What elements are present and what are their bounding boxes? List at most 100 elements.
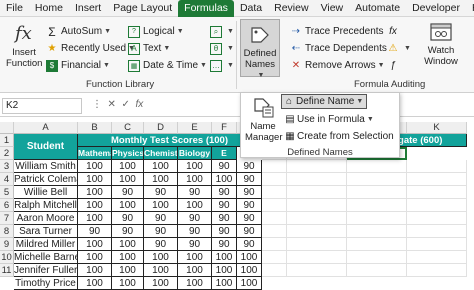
empty-cell[interactable] [407,186,467,199]
score-cell[interactable]: 100 [144,199,178,212]
empty-cell[interactable] [262,186,287,199]
watch-window-button[interactable]: Watch Window [418,21,464,67]
insert-function-button[interactable]: fx Insert Function [6,21,42,69]
score-cell[interactable]: 90 [237,173,262,186]
score-cell[interactable]: 90 [144,212,178,225]
column-header-e[interactable]: E [178,122,212,134]
tab-developer[interactable]: Developer [406,0,466,17]
column-header-k[interactable]: K [407,122,467,134]
score-cell[interactable]: 100 [78,186,112,199]
more-functions-button[interactable]: … ▼ [210,58,234,73]
score-cell[interactable]: 100 [237,251,262,264]
empty-cell[interactable] [287,186,347,199]
row-header-2[interactable]: 2 [0,147,14,160]
score-cell[interactable]: 100 [112,251,144,264]
score-cell[interactable]: 100 [144,251,178,264]
score-cell[interactable]: 100 [212,264,237,277]
score-cell[interactable]: 100 [78,238,112,251]
student-name-cell[interactable]: Patrick Coleman [14,173,78,186]
row-header-10[interactable]: 10 [0,251,14,264]
score-cell[interactable]: 100 [237,277,262,290]
score-cell[interactable]: 90 [112,212,144,225]
student-name-cell[interactable]: Sara Turner [14,225,78,238]
score-cell[interactable]: 100 [112,173,144,186]
score-cell[interactable]: 90 [212,186,237,199]
tab-page-layout[interactable]: Page Layout [107,0,178,17]
tab-review[interactable]: Review [268,0,314,17]
score-cell[interactable]: 90 [144,186,178,199]
empty-cell[interactable] [287,264,347,277]
autosum-button[interactable]: Σ AutoSum ▼ [46,24,111,39]
show-formulas-button[interactable]: fx [387,24,402,39]
score-cell[interactable]: 90 [212,160,237,173]
score-cell[interactable]: 90 [112,186,144,199]
financial-button[interactable]: $ Financial ▼ [46,58,110,73]
score-cell[interactable]: 90 [237,212,262,225]
tab-automate[interactable]: Automate [349,0,406,17]
score-cell[interactable]: 100 [178,251,212,264]
column-header-c[interactable]: C [112,122,144,134]
score-cell[interactable]: 100 [178,173,212,186]
score-cell[interactable]: 100 [144,160,178,173]
empty-cell[interactable] [347,264,407,277]
score-cell[interactable]: 90 [237,199,262,212]
empty-cell[interactable] [407,212,467,225]
text-button[interactable]: A Text ▼ [128,41,170,56]
column-header-f[interactable]: F [212,122,237,134]
logical-button[interactable]: ? Logical ▼ [128,24,184,39]
empty-cell[interactable] [407,225,467,238]
score-cell[interactable]: 90 [237,225,262,238]
score-cell[interactable]: 100 [178,277,212,290]
row-header-6[interactable]: 6 [0,199,14,212]
recently-used-button[interactable]: ★ Recently Used ▼ [46,41,135,56]
student-name-cell[interactable]: Ralph Mitchell [14,199,78,212]
score-cell[interactable]: 100 [144,264,178,277]
empty-cell[interactable] [347,199,407,212]
empty-cell[interactable] [347,212,407,225]
empty-cell[interactable] [347,160,407,173]
empty-cell[interactable] [287,225,347,238]
empty-cell[interactable] [262,212,287,225]
row-header-5[interactable]: 5 [0,186,14,199]
tab-home[interactable]: Home [29,0,69,17]
score-cell[interactable]: 100 [178,264,212,277]
score-cell[interactable]: 90 [178,186,212,199]
row-header-3[interactable]: 3 [0,160,14,173]
empty-cell[interactable] [262,251,287,264]
score-cell[interactable]: 100 [178,199,212,212]
score-cell[interactable]: 100 [212,173,237,186]
row-header-11[interactable]: 11 [0,264,14,277]
empty-cell[interactable] [347,173,407,186]
student-name-cell[interactable]: Timothy Price [14,277,78,290]
empty-cell[interactable] [407,238,467,251]
score-cell[interactable]: 100 [112,264,144,277]
row-header-9[interactable]: 9 [0,238,14,251]
empty-cell[interactable] [407,199,467,212]
column-header-d[interactable]: D [144,122,178,134]
score-cell[interactable]: 100 [78,199,112,212]
score-cell[interactable]: 90 [144,238,178,251]
empty-cell[interactable] [287,251,347,264]
score-cell[interactable]: 90 [212,199,237,212]
column-header-b[interactable]: B [78,122,112,134]
score-cell[interactable]: 90 [78,225,112,238]
tab-he[interactable]: He [466,0,474,17]
empty-cell[interactable] [262,160,287,173]
empty-cell[interactable] [347,251,407,264]
row-header-4[interactable]: 4 [0,173,14,186]
score-cell[interactable]: 100 [78,264,112,277]
score-cell[interactable]: 100 [78,212,112,225]
score-cell[interactable]: 90 [212,212,237,225]
student-name-cell[interactable]: William Smith [14,160,78,173]
score-cell[interactable]: 90 [178,238,212,251]
trace-precedents-button[interactable]: ⇢ Trace Precedents [290,24,384,39]
date-time-button[interactable]: ▦ Date & Time ▼ [128,58,207,73]
score-cell[interactable]: 100 [78,173,112,186]
score-cell[interactable]: 90 [237,238,262,251]
empty-cell[interactable] [407,173,467,186]
empty-cell[interactable] [287,160,347,173]
select-all-corner[interactable] [0,122,14,134]
student-name-cell[interactable]: Michelle Barnes [14,251,78,264]
score-cell[interactable]: 90 [212,238,237,251]
score-cell[interactable]: 90 [212,225,237,238]
